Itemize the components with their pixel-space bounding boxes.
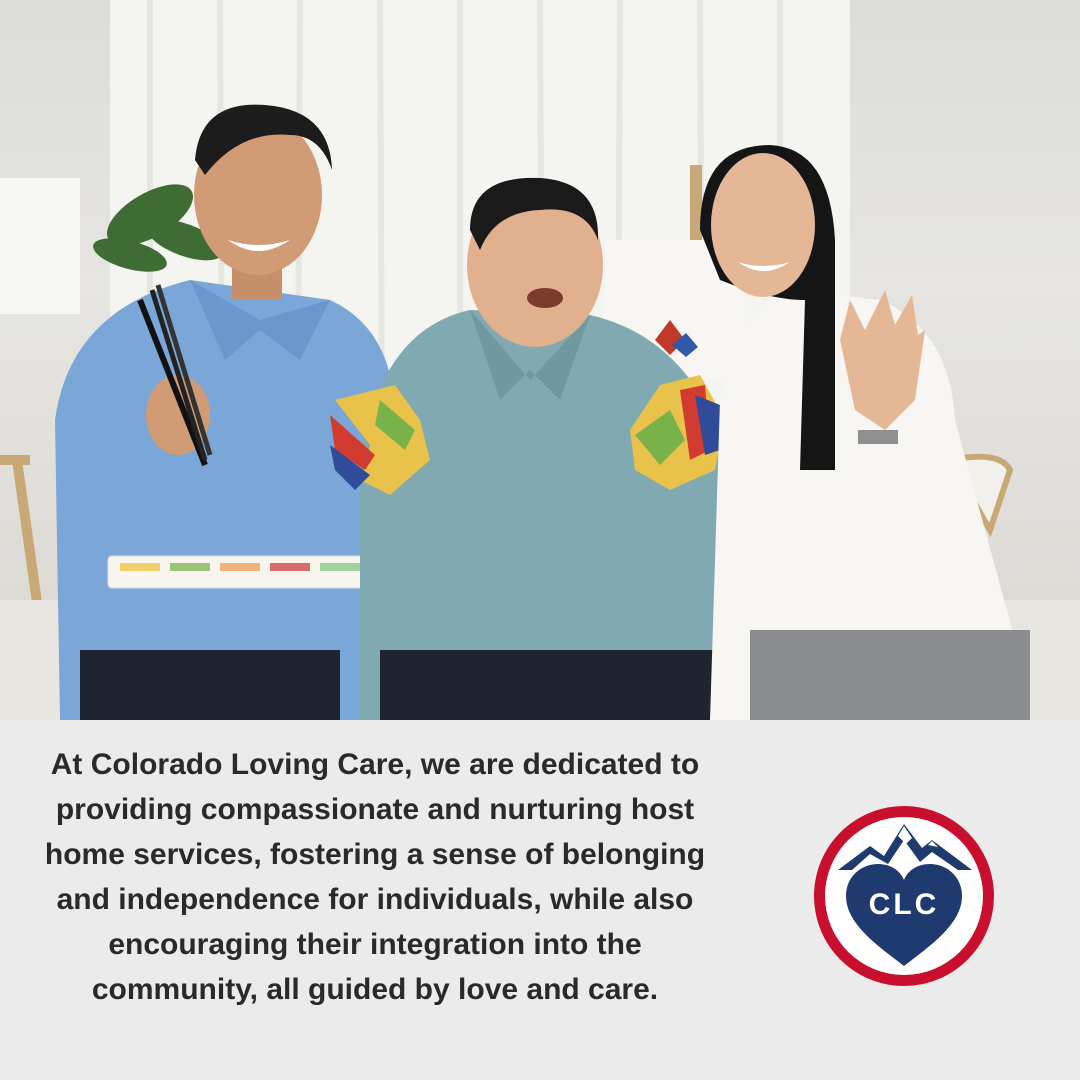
person-right [700,145,1030,720]
hero-photo [0,0,1080,720]
mission-statement: At Colorado Loving Care, we are dedicate… [44,748,706,1006]
hero-photo-illustration [0,0,1080,720]
clc-logo-emblem: CLC [814,806,994,986]
logo-text: CLC [869,888,940,921]
clc-logo: CLC [808,800,1000,992]
